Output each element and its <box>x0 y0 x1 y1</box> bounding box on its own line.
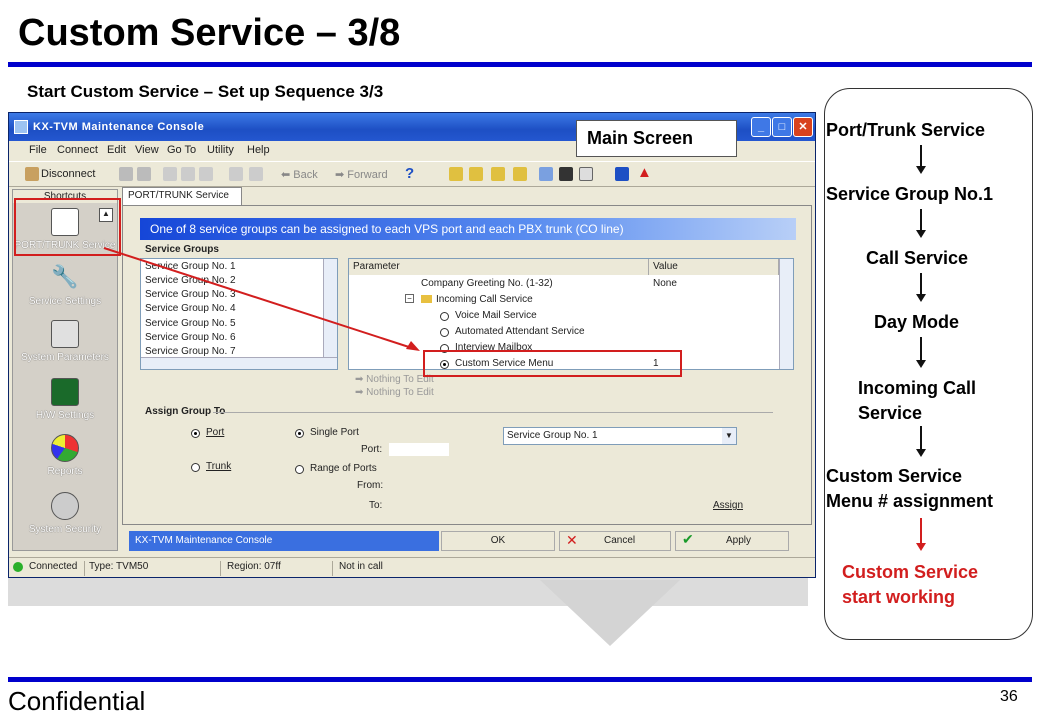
flow-arrow <box>920 426 922 450</box>
arrow-down-icon <box>916 294 926 302</box>
flow-arrow <box>920 337 922 361</box>
footer-rule <box>8 677 1032 682</box>
flow-step-2: Service Group No.1 <box>826 184 994 204</box>
flow-step-7: Custom Service start working <box>842 562 979 607</box>
confidential-label: Confidential <box>8 686 146 716</box>
flow-arrow-red <box>920 518 922 544</box>
flow-arrow <box>920 145 922 167</box>
arrow-down-icon <box>916 360 926 368</box>
flow-step-6: Custom Service Menu # assignment <box>826 466 994 511</box>
page-number: 36 <box>1000 688 1018 705</box>
sequence-flow-panel <box>824 88 1033 640</box>
arrow-down-icon <box>916 166 926 174</box>
arrow-down-icon <box>916 230 926 238</box>
flow-step-3: Call Service <box>866 248 969 268</box>
flow-step-1: Port/Trunk Service <box>826 120 986 140</box>
flow-arrow <box>920 209 922 231</box>
arrow-down-red-icon <box>916 543 926 551</box>
flow-arrow <box>920 273 922 295</box>
flow-step-5: Incoming Call Service <box>858 378 977 423</box>
arrow-down-icon <box>916 449 926 457</box>
flow-step-4: Day Mode <box>874 312 960 332</box>
